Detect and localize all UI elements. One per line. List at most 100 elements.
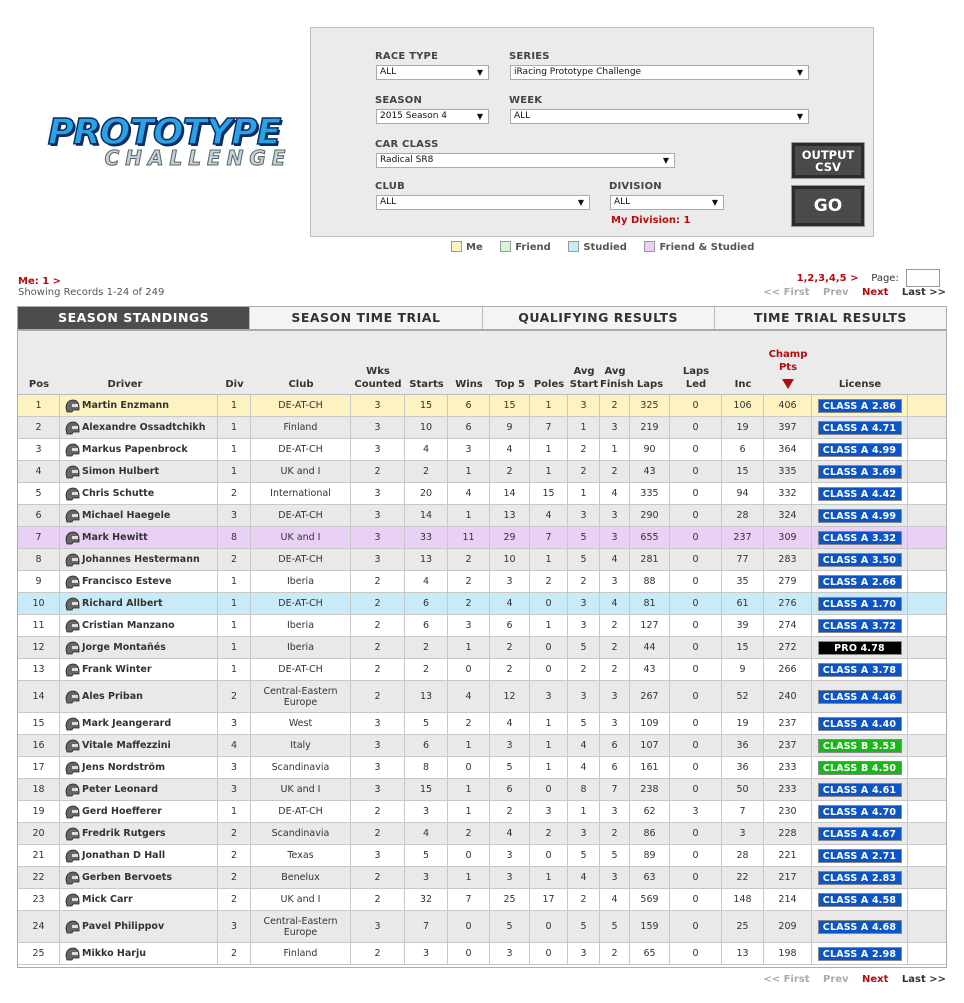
col-champ-pts[interactable]: Champ Pts — [764, 348, 812, 374]
cell-driver[interactable]: Richard Allbert — [60, 593, 218, 614]
cell-driver[interactable]: Frank Winter — [60, 659, 218, 680]
next-link[interactable]: Next — [862, 287, 888, 298]
table-row[interactable]: 11 Cristian Manzano 1 Iberia 2 6 3 6 1 3 2 127 0 39 27… — [18, 615, 946, 637]
table-row[interactable]: 12 Jorge Montañés 1 Iberia 2 2 1 2 0 5 2 44 0 15 272 PR… — [18, 637, 946, 659]
cell-driver[interactable]: Francisco Esteve — [60, 571, 218, 592]
table-row[interactable]: 15 Mark Jeangerard 3 West 3 5 2 4 1 5 3 109 0 19 237 CL… — [18, 713, 946, 735]
driver-name[interactable]: Pavel Philippov — [82, 921, 164, 932]
week-select[interactable]: ALL ▼ — [510, 109, 809, 124]
cell-driver[interactable]: Alexandre Ossadtchikh — [60, 417, 218, 438]
col-div[interactable]: Div — [218, 378, 251, 391]
col-inc[interactable]: Inc — [722, 378, 764, 391]
cell-driver[interactable]: Jonathan D Hall — [60, 845, 218, 866]
table-row[interactable]: 3 Markus Papenbrock 1 DE-AT-CH 3 4 3 4 1 2 1 90 0 6 36… — [18, 439, 946, 461]
table-row[interactable]: 7 Mark Hewitt 8 UK and I 3 33 11 29 7 5 3 655 0 237 30… — [18, 527, 946, 549]
driver-name[interactable]: Martin Enzmann — [82, 400, 169, 411]
cell-driver[interactable]: Johannes Hestermann — [60, 549, 218, 570]
col-poles[interactable]: Poles — [530, 378, 568, 391]
driver-name[interactable]: Fredrik Rutgers — [82, 828, 166, 839]
cell-driver[interactable]: Jorge Montañés — [60, 637, 218, 658]
cell-driver[interactable]: Markus Papenbrock — [60, 439, 218, 460]
driver-name[interactable]: Gerben Bervoets — [82, 872, 172, 883]
table-row[interactable]: 5 Chris Schutte 2 International 3 20 4 14 15 1 4 33… — [18, 483, 946, 505]
driver-name[interactable]: Markus Papenbrock — [82, 444, 188, 455]
col-pos[interactable]: Pos — [18, 378, 60, 391]
cell-driver[interactable]: Gerben Bervoets — [60, 867, 218, 888]
season-select[interactable]: 2015 Season 4 ▼ — [376, 109, 489, 124]
col-driver[interactable]: Driver — [60, 378, 190, 391]
cell-driver[interactable]: Michael Haegele — [60, 505, 218, 526]
driver-name[interactable]: Mick Carr — [82, 894, 133, 905]
last-link[interactable]: Last >> — [902, 287, 946, 298]
cell-driver[interactable]: Vitale Maffezzini — [60, 735, 218, 756]
driver-name[interactable]: Cristian Manzano — [82, 620, 175, 631]
col-club[interactable]: Club — [251, 378, 351, 391]
prev-link-bottom[interactable]: Prev — [823, 974, 849, 985]
table-row[interactable]: 19 Gerd Hoefferer 1 DE-AT-CH 2 3 1 2 3 1 3 62 3 7 230 C… — [18, 801, 946, 823]
driver-name[interactable]: Simon Hulbert — [82, 466, 159, 477]
col-starts[interactable]: Starts — [405, 378, 448, 391]
driver-name[interactable]: Gerd Hoefferer — [82, 806, 162, 817]
cell-driver[interactable]: Simon Hulbert — [60, 461, 218, 482]
car-class-select[interactable]: Radical SR8 ▼ — [376, 153, 675, 168]
table-row[interactable]: 6 Michael Haegele 3 DE-AT-CH 3 14 1 13 4 3 3 290 0 28… — [18, 505, 946, 527]
cell-driver[interactable]: Chris Schutte — [60, 483, 218, 504]
table-row[interactable]: 4 Simon Hulbert 1 UK and I 2 2 1 2 1 2 2 43 0 15 335 CL… — [18, 461, 946, 483]
cell-driver[interactable]: Cristian Manzano — [60, 615, 218, 636]
col-wks-counted[interactable]: Wks Counted — [351, 365, 405, 391]
division-select[interactable]: ALL ▼ — [610, 195, 724, 210]
col-laps-led[interactable]: Laps Led — [670, 365, 722, 391]
page-input[interactable] — [906, 269, 940, 287]
table-row[interactable]: 14 Ales Priban 2 Central-Eastern Europe 2 13 4… — [18, 681, 946, 713]
driver-name[interactable]: Michael Haegele — [82, 510, 170, 521]
driver-name[interactable]: Alexandre Ossadtchikh — [82, 422, 205, 433]
page-numbers[interactable]: 1,2,3,4,5 > — [797, 273, 859, 284]
table-row[interactable]: 16 Vitale Maffezzini 4 Italy 3 6 1 3 1 4 6 107 0 36 23… — [18, 735, 946, 757]
cell-driver[interactable]: Jens Nordström — [60, 757, 218, 778]
tab-qualifying-results[interactable]: QUALIFYING RESULTS — [481, 307, 714, 329]
col-license[interactable]: License — [812, 378, 908, 391]
cell-driver[interactable]: Mark Hewitt — [60, 527, 218, 548]
table-row[interactable]: 23 Mick Carr 2 UK and I 2 32 7 25 17 2 4 569 0 148 214… — [18, 889, 946, 911]
table-row[interactable]: 9 Francisco Esteve 1 Iberia 2 4 2 3 2 2 3 88 0 35 279 C… — [18, 571, 946, 593]
cell-driver[interactable]: Mikko Harju — [60, 943, 218, 964]
col-avg-finish[interactable]: Avg Finish — [600, 365, 634, 391]
tab-season-time-trial[interactable]: SEASON TIME TRIAL — [249, 307, 482, 329]
driver-name[interactable]: Jens Nordström — [82, 762, 165, 773]
driver-name[interactable]: Frank Winter — [82, 664, 152, 675]
last-link-bottom[interactable]: Last >> — [902, 974, 946, 985]
table-row[interactable]: 1 Martin Enzmann 1 DE-AT-CH 3 15 6 15 1 3 2 325 0 106… — [18, 395, 946, 417]
cell-driver[interactable]: Gerd Hoefferer — [60, 801, 218, 822]
series-select[interactable]: iRacing Prototype Challenge ▼ — [510, 65, 809, 80]
col-wins[interactable]: Wins — [448, 378, 490, 391]
table-row[interactable]: 21 Jonathan D Hall 2 Texas 3 5 0 3 0 5 5 89 0 28 221 CL… — [18, 845, 946, 867]
race-type-select[interactable]: ALL ▼ — [376, 65, 489, 80]
driver-name[interactable]: Richard Allbert — [82, 598, 163, 609]
table-row[interactable]: 22 Gerben Bervoets 2 Benelux 2 3 1 3 1 4 3 63 0 22 217… — [18, 867, 946, 889]
col-top5[interactable]: Top 5 — [490, 378, 530, 391]
driver-name[interactable]: Mark Jeangerard — [82, 718, 171, 729]
col-laps[interactable]: Laps — [630, 378, 670, 391]
cell-driver[interactable]: Peter Leonard — [60, 779, 218, 800]
first-link-bottom[interactable]: << First — [763, 974, 809, 985]
cell-driver[interactable]: Martin Enzmann — [60, 395, 218, 416]
driver-name[interactable]: Vitale Maffezzini — [82, 740, 171, 751]
table-row[interactable]: 10 Richard Allbert 1 DE-AT-CH 2 6 2 4 0 3 4 81 0 61 27… — [18, 593, 946, 615]
driver-name[interactable]: Johannes Hestermann — [82, 554, 200, 565]
driver-name[interactable]: Jonathan D Hall — [82, 850, 165, 861]
driver-name[interactable]: Peter Leonard — [82, 784, 158, 795]
driver-name[interactable]: Jorge Montañés — [82, 642, 166, 653]
next-link-bottom[interactable]: Next — [862, 974, 888, 985]
driver-name[interactable]: Chris Schutte — [82, 488, 154, 499]
club-select[interactable]: ALL ▼ — [376, 195, 590, 210]
tab-season-standings[interactable]: SEASON STANDINGS — [18, 307, 250, 329]
driver-name[interactable]: Ales Priban — [82, 691, 143, 702]
cell-driver[interactable]: Pavel Philippov — [60, 911, 218, 942]
cell-driver[interactable]: Mick Carr — [60, 889, 218, 910]
table-row[interactable]: 2 Alexandre Ossadtchikh 1 Finland 3 10 6 9 7 1 3 21… — [18, 417, 946, 439]
driver-name[interactable]: Mark Hewitt — [82, 532, 148, 543]
cell-driver[interactable]: Mark Jeangerard — [60, 713, 218, 734]
table-row[interactable]: 24 Pavel Philippov 3 Central-Eastern Europe… — [18, 911, 946, 943]
prev-link[interactable]: Prev — [823, 287, 849, 298]
table-row[interactable]: 17 Jens Nordström 3 Scandinavia 3 8 0 5 1 4 6 161 0 3… — [18, 757, 946, 779]
